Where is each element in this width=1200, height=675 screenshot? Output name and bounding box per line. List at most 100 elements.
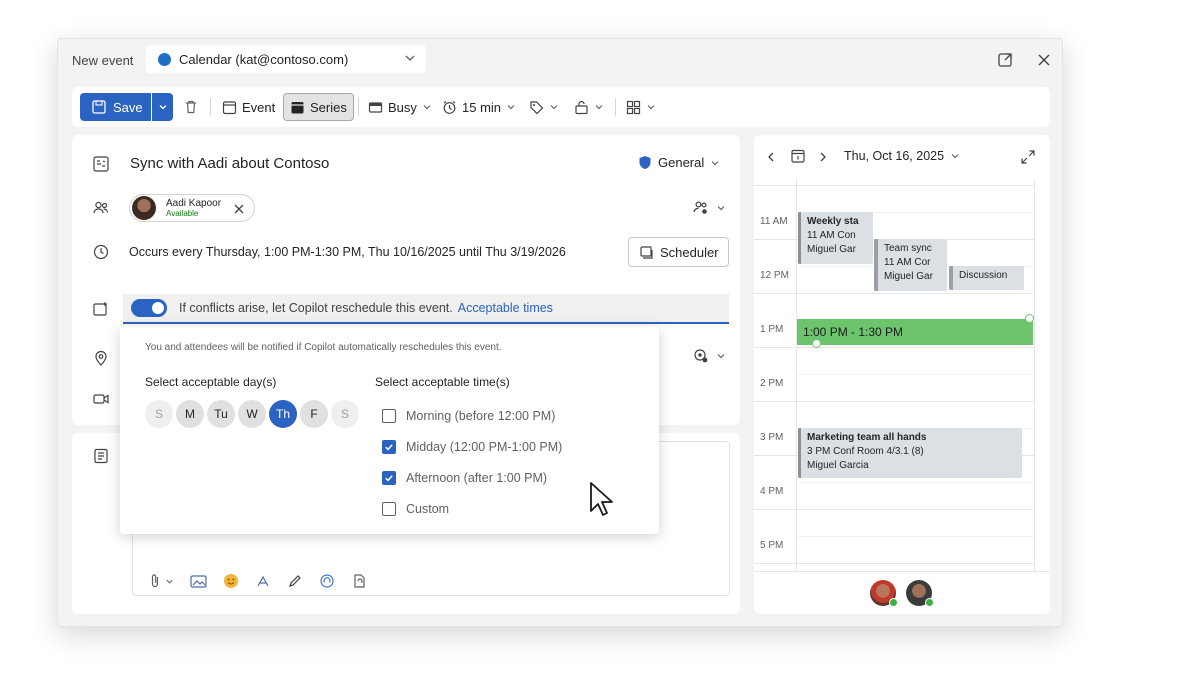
location-settings-icon — [694, 349, 708, 363]
hour-label: 12 PM — [760, 270, 789, 281]
current-event-time: 1:00 PM - 1:30 PM — [803, 325, 904, 339]
hour-label: 11 AM — [760, 216, 788, 227]
title-icon — [90, 153, 112, 175]
day-grid: 11 AM 12 PM 1 PM 2 PM 3 PM 4 PM 5 PM Wee… — [754, 179, 1050, 571]
save-options-button[interactable] — [152, 93, 173, 121]
previous-day-icon[interactable] — [766, 151, 776, 163]
time-option-morning[interactable]: Morning (before 12:00 PM) — [382, 400, 562, 431]
apps-dropdown[interactable] — [626, 93, 656, 121]
chevron-down-icon — [166, 579, 173, 584]
video-icon — [90, 388, 112, 410]
shield-icon — [639, 156, 651, 169]
pop-out-icon[interactable] — [996, 51, 1014, 69]
close-icon[interactable] — [1035, 51, 1053, 69]
presence-available-icon — [925, 598, 934, 607]
resize-handle-top[interactable] — [1025, 314, 1034, 323]
hour-label: 5 PM — [760, 540, 784, 551]
series-button[interactable]: Series — [283, 93, 354, 121]
checkbox[interactable] — [382, 408, 396, 423]
day-thursday[interactable]: Th — [269, 400, 297, 428]
chevron-down-icon — [550, 105, 558, 110]
save-button[interactable]: Save — [80, 93, 151, 121]
checkmark-icon — [385, 443, 393, 450]
lock-icon — [575, 100, 588, 114]
calendar-day-panel: Thu, Oct 16, 2025 11 AM 12 PM 1 PM 2 PM … — [754, 135, 1050, 614]
calendar-selector[interactable]: Calendar (kat@contoso.com) — [146, 45, 426, 73]
scheduler-button[interactable]: Scheduler — [628, 237, 729, 267]
event-team-sync[interactable]: Team sync 11 AM Cor Miguel Gar — [874, 239, 947, 291]
event-marketing-all-hands[interactable]: Marketing team all hands 3 PM Conf Room … — [798, 428, 1022, 478]
sensitivity-dropdown[interactable] — [574, 93, 604, 121]
save-label: Save — [113, 99, 143, 115]
dictate-icon[interactable] — [351, 573, 367, 589]
calendar-icon — [222, 100, 237, 114]
category-dropdown[interactable]: General — [638, 155, 720, 170]
attendees-icon — [90, 197, 112, 219]
apps-icon — [626, 100, 641, 114]
time-option-afternoon[interactable]: Afternoon (after 1:00 PM) — [382, 462, 562, 493]
emoji-icon[interactable] — [223, 573, 239, 589]
go-to-today-icon[interactable] — [790, 148, 806, 164]
time-options: Morning (before 12:00 PM) Midday (12:00 … — [382, 400, 562, 524]
show-as-dropdown[interactable]: Busy — [368, 93, 432, 121]
times-heading: Select acceptable time(s) — [375, 375, 510, 389]
reminder-dropdown[interactable]: 15 min — [442, 93, 516, 121]
paperclip-icon — [151, 574, 159, 588]
categorize-dropdown[interactable] — [529, 93, 559, 121]
day-saturday[interactable]: S — [331, 400, 359, 428]
format-painter-icon[interactable] — [255, 573, 271, 589]
acceptable-times-link[interactable]: Acceptable times — [458, 301, 553, 315]
next-day-icon[interactable] — [818, 151, 828, 163]
time-option-custom[interactable]: Custom — [382, 493, 562, 524]
acceptable-times-popup: You and attendees will be notified if Co… — [120, 326, 659, 534]
day-wednesday[interactable]: W — [238, 400, 266, 428]
save-icon — [92, 100, 106, 114]
copilot-reschedule-bar: If conflicts arise, let Copilot reschedu… — [123, 294, 729, 324]
pen-icon[interactable] — [287, 573, 303, 589]
event-button[interactable]: Event — [222, 93, 275, 121]
attach-button[interactable] — [148, 573, 174, 589]
date-picker[interactable]: Thu, Oct 16, 2025 — [844, 149, 960, 163]
resize-handle-bottom[interactable] — [812, 339, 821, 348]
event-title-input[interactable]: Sync with Aadi about Contoso — [130, 155, 329, 172]
location-options-button[interactable] — [692, 347, 726, 365]
checkmark-icon — [385, 474, 393, 481]
chevron-down-icon — [423, 105, 431, 110]
mouse-cursor-icon — [590, 482, 613, 516]
copilot-reschedule-toggle[interactable] — [131, 299, 167, 317]
checkbox[interactable] — [382, 439, 396, 454]
day-sunday[interactable]: S — [145, 400, 173, 428]
remove-attendee-icon[interactable] — [233, 203, 245, 215]
recurrence-text[interactable]: Occurs every Thursday, 1:00 PM-1:30 PM, … — [129, 245, 566, 259]
checkbox[interactable] — [382, 501, 396, 516]
copilot-reschedule-text: If conflicts arise, let Copilot reschedu… — [179, 301, 453, 315]
expand-icon[interactable] — [1020, 149, 1036, 165]
chevron-down-icon — [647, 105, 655, 110]
time-option-midday[interactable]: Midday (12:00 PM-1:00 PM) — [382, 431, 562, 462]
attendee-status: Available — [166, 208, 199, 218]
day-monday[interactable]: M — [176, 400, 204, 428]
avatar — [132, 196, 156, 220]
checkbox[interactable] — [382, 470, 396, 485]
chevron-down-icon — [711, 160, 719, 165]
loop-icon[interactable] — [319, 573, 335, 589]
day-friday[interactable]: F — [300, 400, 328, 428]
new-event-window: New event Calendar (kat@contoso.com) Sav… — [57, 38, 1063, 627]
hour-label: 3 PM — [760, 432, 784, 443]
chevron-down-icon — [717, 206, 725, 211]
location-icon — [90, 347, 112, 369]
notes-icon — [90, 445, 112, 467]
clock-icon — [90, 241, 112, 263]
busy-icon — [368, 101, 383, 113]
presence-available-icon — [889, 598, 898, 607]
toolbar: Save Event Series Busy 15 min — [72, 87, 1050, 127]
event-discussion[interactable]: Discussion — [949, 266, 1024, 290]
day-tuesday[interactable]: Tu — [207, 400, 235, 428]
alarm-icon — [443, 100, 456, 114]
attendee-options-button[interactable] — [692, 199, 726, 217]
attendee-chip[interactable]: Aadi Kapoor Available — [129, 194, 255, 222]
delete-icon[interactable] — [183, 99, 199, 115]
image-icon[interactable] — [190, 574, 207, 589]
event-weekly-standup[interactable]: Weekly sta 11 AM Con Miguel Gar — [798, 212, 873, 264]
current-event-block[interactable]: 1:00 PM - 1:30 PM — [797, 319, 1033, 345]
